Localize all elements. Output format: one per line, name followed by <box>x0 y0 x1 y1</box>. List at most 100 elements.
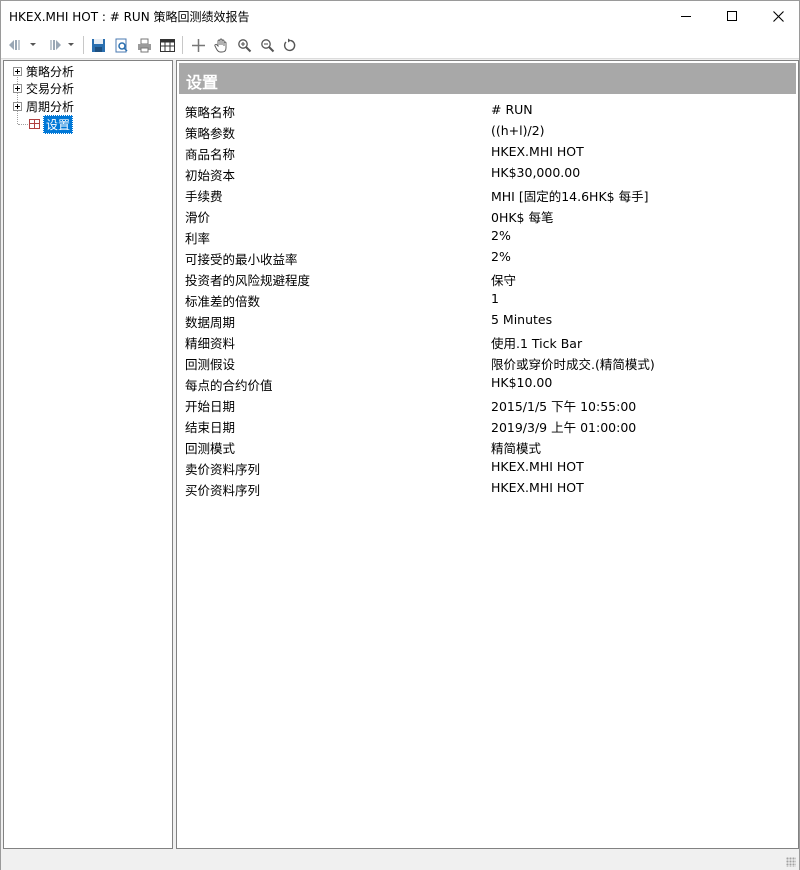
row-label: 策略名称 <box>185 105 236 120</box>
tree-item-label: 周期分析 <box>26 99 75 114</box>
zoom-in-icon <box>237 38 251 52</box>
forward-dropdown[interactable] <box>65 36 77 54</box>
row-label: 精细资料 <box>185 336 236 351</box>
settings-row: 买价资料序列 HKEX.MHI HOT <box>185 477 785 498</box>
settings-row: 策略参数 ((h+l)/2) <box>185 120 785 141</box>
tree-item-trade-analysis[interactable]: 交易分析 <box>13 80 74 96</box>
report-window: HKEX.MHI HOT : # RUN 策略回测绩效报告 策略分析 交易分析 … <box>0 0 800 870</box>
settings-panel: 设置 策略名称 # RUN 策略参数 ((h+l)/2) 商品名称 HKEX.MHI … <box>176 60 799 849</box>
crosshair-button[interactable] <box>189 36 207 54</box>
row-value: ((h+l)/2) <box>491 123 545 138</box>
row-value: 使用.1 Tick Bar <box>491 336 583 351</box>
row-label: 滑价 <box>185 210 211 225</box>
window-title: HKEX.MHI HOT : # RUN 策略回测绩效报告 <box>9 10 250 24</box>
crosshair-icon <box>191 38 205 52</box>
tree-item-label: 设置 <box>43 114 74 134</box>
minimize-button[interactable] <box>663 1 709 31</box>
row-label: 可接受的最小收益率 <box>185 252 298 267</box>
row-label: 初始资本 <box>185 168 236 183</box>
settings-row: 策略名称 # RUN <box>185 99 785 120</box>
settings-row: 精细资料 使用.1 Tick Bar <box>185 330 785 351</box>
reset-zoom-button[interactable] <box>281 36 299 54</box>
settings-row: 开始日期 2015/1/5 下午 10:55:00 <box>185 393 785 414</box>
row-label: 投资者的风险规避程度 <box>185 273 311 288</box>
expand-icon[interactable] <box>13 66 22 76</box>
resize-grip-icon[interactable] <box>786 857 796 867</box>
row-label: 回测模式 <box>185 441 236 456</box>
zoom-out-icon <box>260 38 274 52</box>
table-icon <box>159 38 175 52</box>
zoom-out-button[interactable] <box>258 36 276 54</box>
row-value: MHI [固定的14.6HK$ 每手] <box>491 189 649 204</box>
row-label: 开始日期 <box>185 399 236 414</box>
row-value: 2% <box>491 228 511 243</box>
row-value: 限价或穿价时成交.(精简模式) <box>491 357 655 372</box>
row-label: 每点的合约价值 <box>185 378 273 393</box>
row-value: HK$30,000.00 <box>491 165 581 180</box>
row-value: 保守 <box>491 273 517 288</box>
forward-button[interactable] <box>45 36 63 54</box>
print-preview-icon <box>115 38 128 52</box>
tree-item-label: 策略分析 <box>26 64 75 79</box>
maximize-icon <box>727 11 737 21</box>
back-button[interactable] <box>7 36 25 54</box>
table-button[interactable] <box>158 36 176 54</box>
print-preview-button[interactable] <box>112 36 130 54</box>
row-label: 回测假设 <box>185 357 236 372</box>
navigation-tree: 策略分析 交易分析 周期分析 设置 <box>3 60 173 849</box>
section-title: 设置 <box>186 73 219 92</box>
row-label: 买价资料序列 <box>185 483 261 498</box>
settings-row: 投资者的风险规避程度 保守 <box>185 267 785 288</box>
print-button[interactable] <box>135 36 153 54</box>
row-label: 利率 <box>185 231 211 246</box>
toolbar-divider <box>182 36 183 54</box>
expand-icon[interactable] <box>13 101 22 111</box>
settings-row: 商品名称 HKEX.MHI HOT <box>185 141 785 162</box>
row-label: 标准差的倍数 <box>185 294 261 309</box>
tree-item-strategy-analysis[interactable]: 策略分析 <box>13 63 74 79</box>
row-value: 2015/1/5 下午 10:55:00 <box>491 399 637 414</box>
settings-row: 可接受的最小收益率 2% <box>185 246 785 267</box>
title-bar: HKEX.MHI HOT : # RUN 策略回测绩效报告 <box>1 1 799 31</box>
settings-row: 每点的合约价值 HK$10.00 <box>185 372 785 393</box>
settings-row: 滑价 0HK$ 每笔 <box>185 204 785 225</box>
toolbar <box>1 31 799 59</box>
chevron-down-icon <box>68 43 74 46</box>
row-value: HKEX.MHI HOT <box>491 480 584 495</box>
pan-button[interactable] <box>212 36 230 54</box>
print-icon <box>137 38 151 52</box>
save-button[interactable] <box>89 36 107 54</box>
zoom-in-button[interactable] <box>235 36 253 54</box>
row-value: 5 Minutes <box>491 312 553 327</box>
expand-icon[interactable] <box>13 83 22 93</box>
settings-row: 标准差的倍数 1 <box>185 288 785 309</box>
forward-icon <box>50 40 61 50</box>
settings-row: 手续费 MHI [固定的14.6HK$ 每手] <box>185 183 785 204</box>
settings-row: 初始资本 HK$30,000.00 <box>185 162 785 183</box>
maximize-button[interactable] <box>709 1 755 31</box>
minimize-icon <box>681 15 691 17</box>
tree-item-settings[interactable]: 设置 <box>29 114 74 134</box>
grid-icon <box>29 119 40 129</box>
row-value: 精简模式 <box>491 441 542 456</box>
row-value: HKEX.MHI HOT <box>491 144 584 159</box>
tree-item-label: 交易分析 <box>26 81 75 96</box>
row-value: 2019/3/9 上午 01:00:00 <box>491 420 637 435</box>
close-button[interactable] <box>755 1 800 31</box>
reset-zoom-icon <box>283 38 295 51</box>
hand-pan-icon <box>213 38 226 52</box>
settings-row: 数据周期 5 Minutes <box>185 309 785 330</box>
row-value: 1 <box>491 291 499 306</box>
row-label: 策略参数 <box>185 126 236 141</box>
back-icon <box>9 40 20 50</box>
settings-row: 回测模式 精简模式 <box>185 435 785 456</box>
settings-row: 利率 2% <box>185 225 785 246</box>
settings-row: 回测假设 限价或穿价时成交.(精简模式) <box>185 351 785 372</box>
row-label: 数据周期 <box>185 315 236 330</box>
row-label: 卖价资料序列 <box>185 462 261 477</box>
chevron-down-icon <box>30 43 36 46</box>
tree-item-period-analysis[interactable]: 周期分析 <box>13 98 74 114</box>
toolbar-divider <box>83 36 84 54</box>
row-value: # RUN <box>491 102 533 117</box>
back-dropdown[interactable] <box>27 36 39 54</box>
